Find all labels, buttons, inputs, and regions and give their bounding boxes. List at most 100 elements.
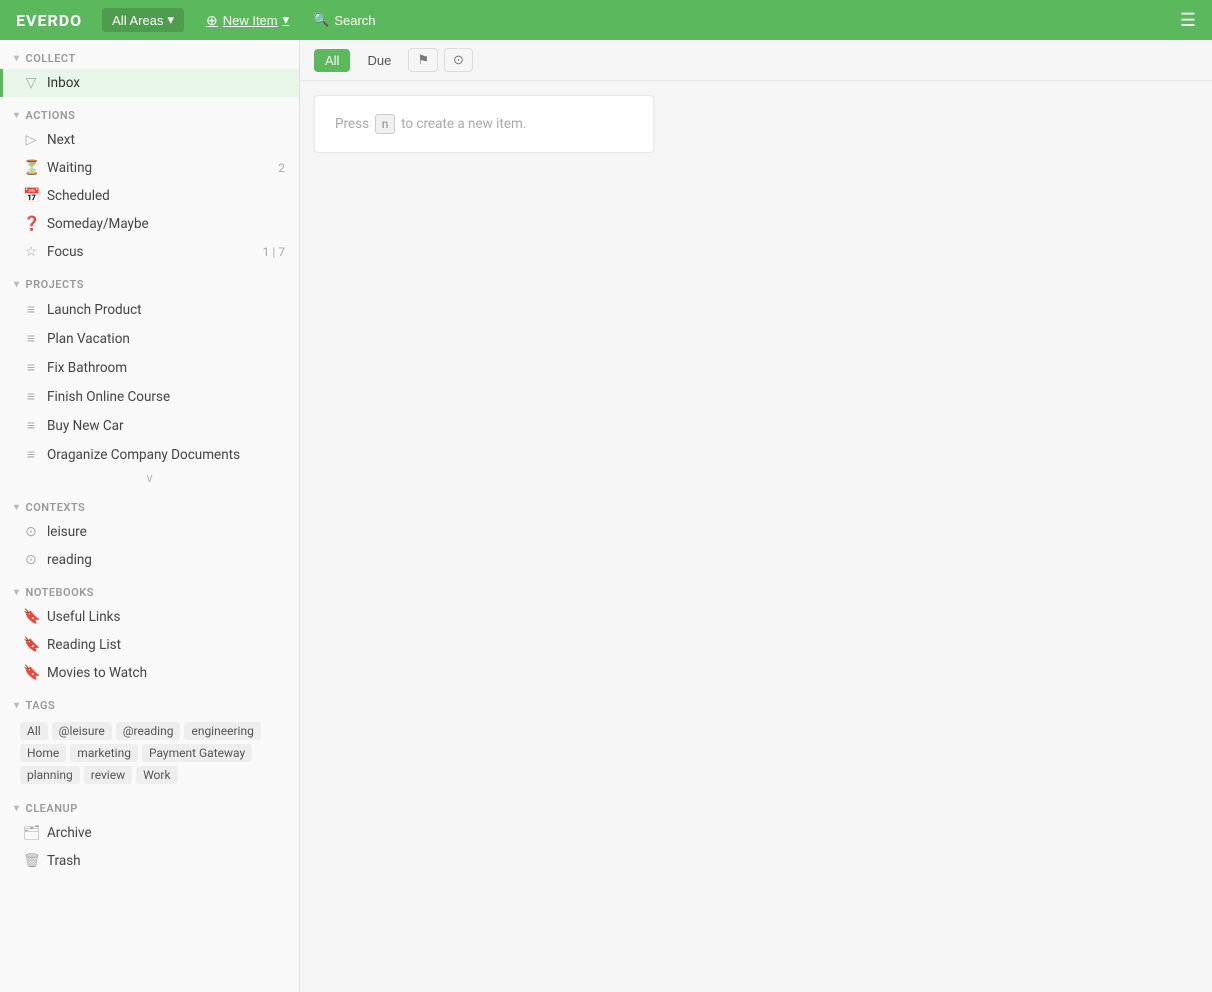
sidebar-item-next[interactable]: ▷ Next (0, 126, 299, 154)
new-item-chevron-icon: ▾ (283, 12, 290, 28)
tag-chip[interactable]: Payment Gateway (142, 744, 252, 762)
notebooks-section-header[interactable]: ▾ NOTEBOOKS (0, 574, 299, 603)
sidebar-item-notebook[interactable]: 🔖 Useful Links (0, 603, 299, 631)
project-label: Fix Bathroom (47, 360, 285, 376)
notebook-label: Reading List (47, 637, 285, 653)
contexts-section-label: CONTEXTS (26, 501, 86, 514)
notebook-icon: 🔖 (23, 609, 39, 625)
scheduled-icon: 📅 (23, 188, 39, 204)
project-label: Oraganize Company Documents (47, 447, 285, 463)
sidebar-item-project[interactable]: ≡ Finish Online Course (0, 382, 299, 411)
filter-all-label: All (325, 53, 339, 68)
project-icon: ≡ (23, 301, 39, 318)
tag-chip[interactable]: engineering (184, 722, 260, 740)
focus-label: Focus (47, 244, 255, 260)
notebook-icon: 🔖 (23, 665, 39, 681)
tags-area: All@leisure@readingengineering Homemarket… (0, 716, 299, 790)
projects-chevron-icon: ▾ (14, 279, 20, 290)
sidebar-item-notebook[interactable]: 🔖 Movies to Watch (0, 659, 299, 687)
next-icon: ▷ (23, 132, 39, 148)
show-more-projects-button[interactable]: ∨ (0, 469, 299, 489)
tag-chip[interactable]: Work (136, 766, 177, 784)
notebooks-chevron-icon: ▾ (14, 587, 20, 598)
sidebar-item-context[interactable]: ⊙ leisure (0, 518, 299, 546)
flag-icon: ⚑ (417, 52, 429, 67)
contexts-section-header[interactable]: ▾ CONTEXTS (0, 489, 299, 518)
focus-badge: 1 | 7 (263, 245, 285, 259)
project-icon: ≡ (23, 417, 39, 434)
sidebar-item-project[interactable]: ≡ Fix Bathroom (0, 353, 299, 382)
archive-icon: 🗂 (23, 825, 39, 841)
search-label: Search (334, 13, 375, 28)
tag-chip[interactable]: @reading (116, 722, 181, 740)
sidebar-item-project[interactable]: ≡ Buy New Car (0, 411, 299, 440)
tags-section-header[interactable]: ▾ TAGS (0, 687, 299, 716)
project-label: Buy New Car (47, 418, 285, 434)
sidebar-item-someday[interactable]: ❓ Someday/Maybe (0, 210, 299, 238)
filter-clock-button[interactable]: ⊙ (444, 48, 473, 72)
sidebar-item-context[interactable]: ⊙ reading (0, 546, 299, 574)
sidebar-item-trash[interactable]: 🗑 Trash (0, 847, 299, 875)
filter-all-button[interactable]: All (314, 49, 350, 72)
sidebar-item-project[interactable]: ≡ Oraganize Company Documents (0, 440, 299, 469)
contexts-chevron-icon: ▾ (14, 502, 20, 513)
sidebar-item-archive[interactable]: 🗂 Archive (0, 819, 299, 847)
areas-label: All Areas (112, 13, 163, 28)
notebook-label: Useful Links (47, 609, 285, 625)
context-icon: ⊙ (23, 524, 39, 540)
search-button[interactable]: 🔍 Search (301, 8, 387, 32)
collect-section-label: COLLECT (26, 52, 76, 65)
context-icon: ⊙ (23, 552, 39, 568)
trash-icon: 🗑 (23, 853, 39, 869)
cleanup-chevron-icon: ▾ (14, 803, 20, 814)
new-item-button[interactable]: ⊕ New Item ▾ (194, 8, 301, 33)
filter-due-label: Due (367, 53, 391, 68)
tag-chip[interactable]: @leisure (52, 722, 112, 740)
actions-section-label: ACTIONS (26, 109, 76, 122)
context-label: reading (47, 552, 285, 568)
waiting-label: Waiting (47, 160, 270, 176)
project-label: Launch Product (47, 302, 285, 318)
project-icon: ≡ (23, 330, 39, 347)
areas-chevron-icon: ▾ (167, 12, 174, 28)
new-item-hint: Press n to create a new item. (314, 95, 654, 153)
hamburger-icon: ☰ (1180, 10, 1196, 30)
sidebar-item-project[interactable]: ≡ Plan Vacation (0, 324, 299, 353)
sidebar-item-project[interactable]: ≡ Launch Product (0, 295, 299, 324)
next-label: Next (47, 132, 285, 148)
projects-section-header[interactable]: ▾ PROJECTS (0, 266, 299, 295)
cleanup-section-header[interactable]: ▾ CLEANUP (0, 790, 299, 819)
actions-section-header[interactable]: ▾ ACTIONS (0, 97, 299, 126)
projects-list: ≡ Launch Product ≡ Plan Vacation ≡ Fix B… (0, 295, 299, 469)
search-icon: 🔍 (313, 12, 329, 28)
inbox-icon: ▽ (23, 75, 39, 91)
new-item-label: New Item (223, 13, 278, 28)
waiting-icon: ⏳ (23, 160, 39, 176)
menu-button[interactable]: ☰ (1180, 11, 1196, 29)
collect-section-header[interactable]: ▾ COLLECT (0, 40, 299, 69)
sidebar-item-inbox[interactable]: ▽ Inbox (0, 69, 299, 97)
tags-chevron-icon: ▾ (14, 700, 20, 711)
app-logo: EVERDO (16, 11, 82, 30)
tag-chip[interactable]: review (84, 766, 132, 784)
projects-section-label: PROJECTS (26, 278, 84, 291)
sidebar-item-scheduled[interactable]: 📅 Scheduled (0, 182, 299, 210)
main-content: All Due ⚑ ⊙ Press n to create a new item… (300, 40, 1212, 992)
someday-icon: ❓ (23, 216, 39, 232)
sidebar-item-waiting[interactable]: ⏳ Waiting 2 (0, 154, 299, 182)
content-area: Press n to create a new item. (300, 81, 1212, 992)
clock-icon: ⊙ (453, 52, 464, 67)
scheduled-label: Scheduled (47, 188, 285, 204)
tag-chip[interactable]: planning (20, 766, 80, 784)
areas-dropdown-button[interactable]: All Areas ▾ (102, 8, 184, 32)
top-navigation: EVERDO All Areas ▾ ⊕ New Item ▾ 🔍 Search… (0, 0, 1212, 40)
sidebar-item-focus[interactable]: ☆ Focus 1 | 7 (0, 238, 299, 266)
context-label: leisure (47, 524, 285, 540)
inbox-label: Inbox (47, 75, 285, 91)
filter-due-button[interactable]: Due (356, 49, 402, 72)
tag-chip[interactable]: Home (20, 744, 66, 762)
filter-flag-button[interactable]: ⚑ (408, 48, 438, 72)
sidebar-item-notebook[interactable]: 🔖 Reading List (0, 631, 299, 659)
tag-chip[interactable]: marketing (70, 744, 138, 762)
tag-chip[interactable]: All (20, 722, 48, 740)
